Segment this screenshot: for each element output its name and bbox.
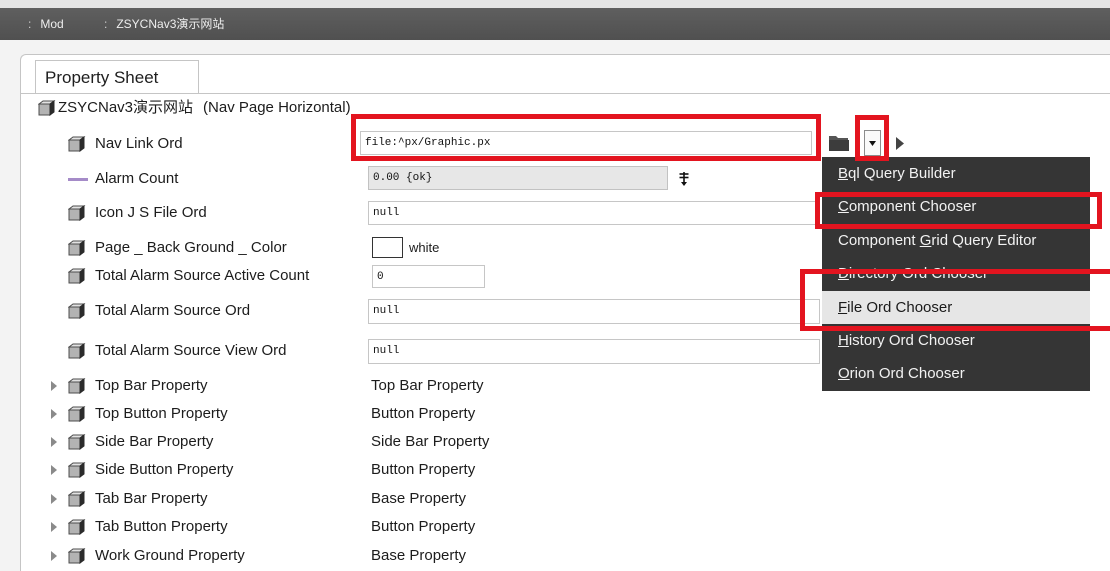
- alarm-count-value: 0.00 {ok}: [368, 166, 668, 190]
- horizontal-line-icon: [68, 178, 88, 181]
- property-label: Alarm Count: [95, 170, 179, 187]
- expand-triangle-icon[interactable]: [51, 409, 57, 419]
- menu-item-label: Bql Query Builder: [838, 165, 956, 182]
- annotation-box-nav-link-field: [351, 114, 821, 161]
- component-icon: [68, 519, 86, 535]
- annotation-box-component-chooser: [815, 192, 1102, 229]
- property-label: Icon J S File Ord: [95, 204, 207, 221]
- breadcrumb-separator: :: [28, 17, 32, 31]
- component-icon: [68, 303, 86, 319]
- property-type: Base Property: [371, 490, 467, 507]
- color-value: white: [409, 240, 440, 255]
- component-icon: [68, 378, 86, 394]
- property-label: Total Alarm Source View Ord: [95, 342, 287, 359]
- annotation-box-file-ord-chooser: [800, 269, 1110, 331]
- property-type: Button Property: [371, 518, 476, 535]
- property-label: Work Ground Property: [95, 547, 245, 564]
- color-swatch[interactable]: [372, 237, 403, 258]
- window-top-edge: [0, 0, 1110, 8]
- breadcrumb: : Mod : ZSYCNav3演示网站: [0, 8, 1110, 40]
- property-label: Total Alarm Source Active Count: [95, 267, 310, 284]
- property-label: Nav Link Ord: [95, 135, 183, 152]
- annotation-box-dropdown-button: [855, 115, 889, 161]
- property-label: Side Bar Property: [95, 433, 214, 450]
- alarm-source-ord-field[interactable]: null: [368, 299, 820, 324]
- icon-js-file-ord-field[interactable]: null: [368, 201, 820, 225]
- menu-item-label: History Ord Chooser: [838, 331, 975, 349]
- menu-mnemonic: B: [838, 165, 849, 182]
- root-component-label: ZSYCNav3演示网站 (Nav Page Horizontal): [58, 94, 351, 122]
- property-row-work-ground-property[interactable]: Work Ground Property Base Property: [0, 542, 1110, 570]
- tab-property-sheet[interactable]: Property Sheet: [35, 60, 199, 94]
- play-icon[interactable]: [895, 136, 905, 151]
- component-icon: [68, 491, 86, 507]
- property-label: Top Button Property: [95, 405, 228, 422]
- component-icon: [68, 406, 86, 422]
- breadcrumb-label: ZSYCNav3演示网站: [116, 17, 225, 31]
- root-component-name: ZSYCNav3演示网站: [58, 99, 194, 116]
- property-row-side-bar-property[interactable]: Side Bar Property Side Bar Property: [0, 428, 1110, 456]
- property-type: Button Property: [371, 461, 476, 478]
- menu-mnemonic: H: [838, 331, 849, 349]
- expand-triangle-icon[interactable]: [51, 381, 57, 391]
- property-type: Side Bar Property: [371, 433, 490, 450]
- component-icon: [38, 100, 56, 116]
- menu-item-bql-query-builder[interactable]: Bql Query Builder: [822, 157, 1090, 190]
- property-row-tab-bar-property[interactable]: Tab Bar Property Base Property: [0, 485, 1110, 513]
- menu-mnemonic: O: [838, 365, 850, 383]
- expand-triangle-icon[interactable]: [51, 494, 57, 504]
- double-dagger-icon[interactable]: [678, 171, 690, 187]
- alarm-source-view-ord-field[interactable]: null: [368, 339, 820, 364]
- expand-triangle-icon[interactable]: [51, 551, 57, 561]
- root-component-type: (Nav Page Horizontal): [203, 99, 351, 116]
- breadcrumb-item-mod[interactable]: : Mod: [28, 8, 64, 40]
- folder-icon[interactable]: [828, 134, 850, 152]
- property-row-tab-button-property[interactable]: Tab Button Property Button Property: [0, 513, 1110, 541]
- property-label: Tab Bar Property: [95, 490, 208, 507]
- menu-item-label: Component Grid Query Editor: [838, 231, 1037, 249]
- expand-triangle-icon[interactable]: [51, 522, 57, 532]
- menu-item-label: Orion Ord Chooser: [838, 365, 965, 383]
- property-type: Button Property: [371, 405, 476, 422]
- expand-triangle-icon[interactable]: [51, 465, 57, 475]
- component-icon: [68, 205, 86, 221]
- property-row-side-button-property[interactable]: Side Button Property Button Property: [0, 456, 1110, 484]
- property-label: Page _ Back Ground _ Color: [95, 239, 287, 256]
- property-label: Top Bar Property: [95, 377, 208, 394]
- property-label: Side Button Property: [95, 461, 234, 478]
- property-row-top-button-property[interactable]: Top Button Property Button Property: [0, 400, 1110, 428]
- component-icon: [68, 548, 86, 564]
- menu-item-orion-ord-chooser[interactable]: Orion Ord Chooser: [822, 357, 1090, 390]
- property-label: Total Alarm Source Ord: [95, 302, 251, 319]
- component-icon: [68, 434, 86, 450]
- property-type: Base Property: [371, 547, 467, 564]
- component-icon: [68, 462, 86, 478]
- breadcrumb-item-station[interactable]: : ZSYCNav3演示网站: [104, 8, 224, 40]
- active-count-field[interactable]: 0: [372, 265, 485, 288]
- property-type: Top Bar Property: [371, 377, 484, 394]
- component-icon: [68, 240, 86, 256]
- property-label: Tab Button Property: [95, 518, 228, 535]
- component-icon: [68, 343, 86, 359]
- breadcrumb-label: Mod: [40, 17, 64, 31]
- expand-triangle-icon[interactable]: [51, 437, 57, 447]
- component-icon: [68, 136, 86, 152]
- breadcrumb-separator: :: [104, 17, 108, 31]
- menu-mnemonic: G: [919, 231, 932, 249]
- component-icon: [68, 268, 86, 284]
